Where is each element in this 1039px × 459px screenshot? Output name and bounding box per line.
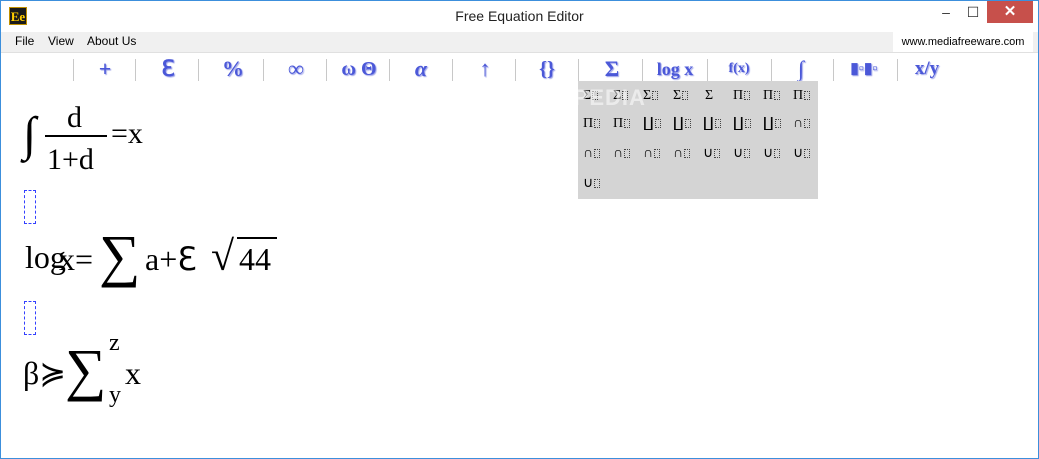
brackets-button[interactable]: {} — [525, 56, 569, 82]
symbol-row: ∪ — [578, 171, 818, 197]
equation-rhs: =x — [111, 117, 143, 150]
toolbar-separator — [263, 59, 264, 81]
window-title: Free Equation Editor — [455, 8, 584, 24]
symbol-cell[interactable]: ∪ — [700, 141, 728, 167]
sum-lower-limit: y — [109, 382, 121, 408]
greek-letters-button[interactable]: ω Θ — [335, 56, 383, 82]
symbol-cell[interactable]: Σ — [670, 83, 698, 109]
equation-lhs: β≽ — [23, 355, 67, 391]
menu-bar: File View About Us — [1, 32, 1038, 53]
percent-button[interactable]: % — [211, 56, 255, 82]
fraction-denominator: 1+d — [47, 143, 94, 176]
sum-button[interactable]: Σ — [589, 56, 635, 82]
symbol-cell[interactable]: ∐ — [640, 111, 668, 137]
toolbar-separator — [897, 59, 898, 81]
function-button[interactable]: f(x) — [713, 56, 765, 82]
symbol-cell[interactable]: ∐ — [700, 111, 728, 137]
symbol-cell[interactable]: Π — [610, 111, 638, 137]
close-button[interactable]: ✕ — [987, 1, 1033, 23]
integral-button[interactable]: ∫ — [781, 56, 821, 82]
toolbar-separator — [707, 59, 708, 81]
empty-placeholder[interactable] — [24, 301, 36, 335]
toolbar-separator — [73, 59, 74, 81]
toolbar-separator — [135, 59, 136, 81]
website-link[interactable]: www.mediafreeware.com — [893, 32, 1033, 52]
symbol-row: Π Π ∐ ∐ ∐ ∐ ∐ ∩ — [578, 111, 818, 137]
minimize-button[interactable]: – — [933, 1, 959, 23]
matrix-button[interactable]: ▮▫▮▫ — [837, 56, 891, 82]
sum-upper-limit: z — [109, 330, 120, 356]
sum-symbol: ∑ — [99, 223, 141, 288]
equation-text: a+ℇ — [145, 241, 197, 277]
alpha-button[interactable]: α — [399, 56, 443, 82]
symbol-cell[interactable]: Π — [730, 83, 758, 109]
toolbar: + ℇ % ∞ ω Θ α ↑ {} Σ log x f(x) ∫ ▮▫▮▫ x… — [1, 54, 1038, 82]
maximize-button[interactable]: ☐ — [960, 1, 986, 23]
toolbar-separator — [771, 59, 772, 81]
symbol-cell[interactable]: Π — [580, 111, 608, 137]
watermark: SOFTPEDIA — [511, 85, 646, 110]
radical-symbol: √ — [211, 234, 235, 280]
menu-file[interactable]: File — [15, 34, 34, 48]
empty-placeholder[interactable] — [24, 190, 36, 224]
fraction-button[interactable]: x/y — [901, 56, 953, 82]
symbol-cell[interactable]: ∩ — [790, 111, 818, 137]
toolbar-separator — [515, 59, 516, 81]
title-bar: Ee Free Equation Editor – ☐ ✕ — [1, 1, 1038, 32]
log-button[interactable]: log x — [646, 56, 704, 82]
equation-text: x= — [59, 241, 94, 277]
radical-bar — [237, 237, 277, 239]
toolbar-separator — [389, 59, 390, 81]
operators-button[interactable]: + — [85, 56, 125, 82]
fraction-bar — [45, 135, 107, 137]
toolbar-separator — [642, 59, 643, 81]
symbol-cell[interactable]: ∪ — [760, 141, 788, 167]
arrow-button[interactable]: ↑ — [463, 56, 507, 82]
toolbar-separator — [326, 59, 327, 81]
symbol-cell[interactable]: ∐ — [760, 111, 788, 137]
fraction-numerator: d — [67, 101, 82, 134]
symbol-cell[interactable]: ∩ — [640, 141, 668, 167]
symbol-row: ∩ ∩ ∩ ∩ ∪ ∪ ∪ ∪ — [578, 141, 818, 167]
toolbar-separator — [198, 59, 199, 81]
symbol-cell[interactable]: ∩ — [610, 141, 638, 167]
symbol-cell[interactable]: ∐ — [670, 111, 698, 137]
radicand: 44 — [239, 241, 271, 277]
symbol-cell[interactable]: ∩ — [670, 141, 698, 167]
menu-view[interactable]: View — [48, 34, 74, 48]
menu-about-us[interactable]: About Us — [87, 34, 136, 48]
app-window: Ee Free Equation Editor – ☐ ✕ File View … — [0, 0, 1039, 459]
integral-symbol: ∫ — [23, 108, 37, 161]
equation-rhs: x — [125, 355, 141, 391]
toolbar-separator — [833, 59, 834, 81]
epsilon-button[interactable]: ℇ — [149, 56, 187, 82]
symbol-cell[interactable]: Σ — [702, 83, 730, 109]
symbol-cell[interactable]: ∪ — [790, 141, 818, 167]
symbol-cell[interactable]: ∩ — [580, 141, 608, 167]
sum-symbol: ∑ — [65, 337, 107, 402]
toolbar-separator — [452, 59, 453, 81]
symbol-cell[interactable]: ∪ — [580, 171, 608, 197]
symbol-cell[interactable]: Π — [760, 83, 788, 109]
symbol-cell[interactable]: Π — [790, 83, 818, 109]
symbol-cell[interactable]: ∪ — [730, 141, 758, 167]
toolbar-separator — [578, 59, 579, 81]
symbol-cell[interactable]: ∐ — [730, 111, 758, 137]
infinity-button[interactable]: ∞ — [273, 56, 319, 82]
